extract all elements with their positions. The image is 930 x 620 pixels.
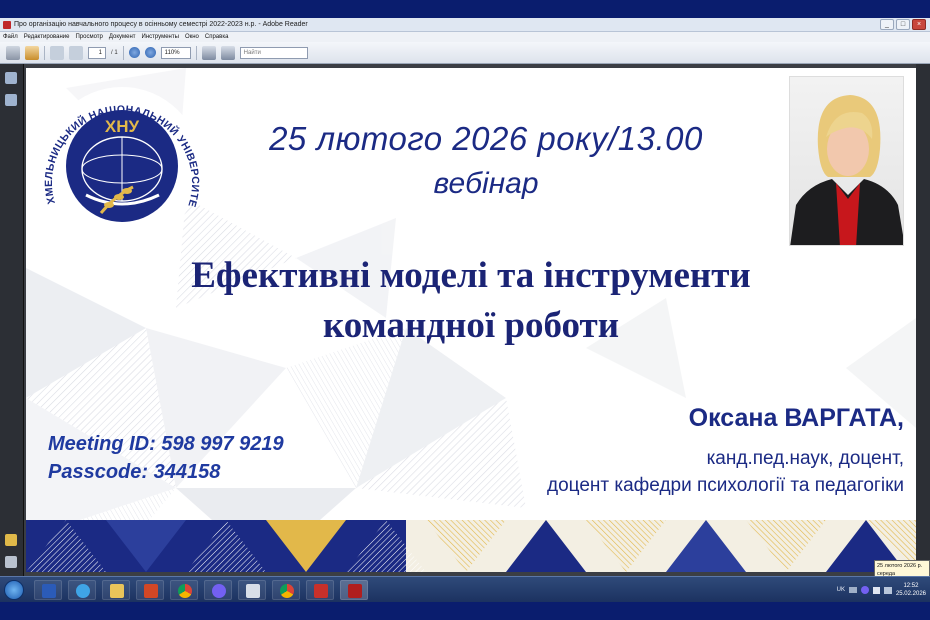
pages-panel-icon[interactable] xyxy=(5,72,17,84)
event-date-time: 25 лютого 2026 року/13.00 xyxy=(269,120,703,157)
navigation-pane xyxy=(0,64,24,576)
keyboard-icon[interactable] xyxy=(848,587,857,593)
attachments-panel-icon[interactable] xyxy=(5,94,17,106)
event-format: вебінар xyxy=(433,167,539,200)
taskbar-explorer[interactable] xyxy=(102,580,130,600)
taskbar-pdf[interactable] xyxy=(306,580,334,600)
zoom-in-icon[interactable] xyxy=(144,47,156,58)
viber-icon xyxy=(212,584,226,598)
screen: Про організацію навчального процесу в ос… xyxy=(0,0,930,620)
meeting-passcode: Passcode: 344158 xyxy=(48,461,221,483)
clock[interactable]: 12:52 25.02.2026 xyxy=(896,582,926,598)
page-number-input[interactable]: 1 xyxy=(88,46,106,59)
explorer-icon xyxy=(110,584,124,598)
paint-icon xyxy=(246,584,260,598)
search-input[interactable]: Найти xyxy=(239,46,308,59)
pdf-page: ХНУ ХМЕЛЬНИЦЬКИЙ НАЦІОНАЛЬНИЙ УНІВЕРСИТЕ… xyxy=(26,68,916,572)
chrome-icon xyxy=(280,584,294,598)
taskbar-viber[interactable] xyxy=(204,580,232,600)
minimize-button[interactable]: _ xyxy=(880,19,894,30)
windows-taskbar: UK 12:52 25.02.2026 xyxy=(0,576,930,602)
taskbar-chrome[interactable] xyxy=(170,580,198,600)
taskbar-chrome-2[interactable] xyxy=(272,580,300,600)
event-title-line-1: Ефективні моделі та інструменти xyxy=(191,255,751,296)
meeting-id: Meeting ID: 598 997 9219 xyxy=(48,433,284,455)
toolbar-separator xyxy=(44,45,45,60)
screen-bottom-border xyxy=(0,602,930,620)
language-indicator[interactable]: UK xyxy=(837,587,845,593)
speaker-degree: канд.пед.наук, доцент, xyxy=(706,448,904,469)
adobe-reader-icon xyxy=(348,584,362,598)
taskbar-ie[interactable] xyxy=(68,580,96,600)
menu-view[interactable]: Просмотр xyxy=(75,34,102,40)
maximize-button[interactable]: □ xyxy=(896,19,910,30)
powerpoint-icon xyxy=(144,584,158,598)
toolbar-separator xyxy=(195,45,197,60)
pdf-icon xyxy=(314,584,328,598)
print-icon[interactable] xyxy=(6,45,20,60)
right-scroll-pane[interactable] xyxy=(916,64,930,576)
speaker-position: доцент кафедри психології та педагогіки xyxy=(547,475,904,496)
taskbar-powerpoint[interactable] xyxy=(136,580,164,600)
university-logo: ХНУ ХМЕЛЬНИЦЬКИЙ НАЦІОНАЛЬНИЙ УНІВЕРСИТЕ… xyxy=(41,85,201,245)
prev-page-icon[interactable] xyxy=(50,45,64,60)
clock-time: 12:52 xyxy=(903,583,919,589)
taskbar-adobe-reader[interactable] xyxy=(340,580,368,600)
system-tray: UK 12:52 25.02.2026 xyxy=(837,579,926,601)
zoom-out-icon[interactable] xyxy=(128,47,140,58)
close-button[interactable]: × xyxy=(912,19,926,30)
menu-help[interactable]: Справка xyxy=(205,34,229,40)
fit-icon[interactable] xyxy=(220,45,235,60)
event-title-line-2: командної роботи xyxy=(322,305,620,346)
taskbar-paint[interactable] xyxy=(238,580,266,600)
volume-icon[interactable] xyxy=(872,586,880,594)
clock-date: 25.02.2026 xyxy=(895,591,926,597)
menu-tools[interactable]: Инструменты xyxy=(142,34,179,40)
network-icon[interactable] xyxy=(883,586,892,594)
speaker-name: Оксана ВАРГАТА, xyxy=(688,404,904,432)
decorative-bottom-band xyxy=(26,520,916,572)
menu-file[interactable]: Файл xyxy=(3,34,18,40)
menu-bar: Файл Редактирование Просмотр Документ Ин… xyxy=(0,32,930,42)
screen-top-border xyxy=(0,0,930,18)
save-icon[interactable] xyxy=(201,45,216,60)
toolbar-separator xyxy=(122,45,124,60)
toolbar: 1 / 1 110% Найти xyxy=(0,42,930,64)
page-total: / 1 xyxy=(111,49,118,56)
comments-panel-icon[interactable] xyxy=(5,534,17,546)
start-button[interactable] xyxy=(4,580,24,600)
taskbar-word[interactable] xyxy=(34,580,62,600)
tooltip-date: 25 лютого 2026 р. xyxy=(877,563,923,569)
logo-abbreviation: ХНУ xyxy=(105,117,140,136)
window-title: Про організацію навчального процесу в ос… xyxy=(14,21,308,28)
window-titlebar[interactable]: Про організацію навчального процесу в ос… xyxy=(0,18,930,32)
zoom-select[interactable]: 110% xyxy=(160,46,191,59)
menu-window[interactable]: Окно xyxy=(185,34,199,40)
chrome-icon xyxy=(178,584,192,598)
menu-edit[interactable]: Редактирование xyxy=(24,34,70,40)
adobe-reader-app-icon xyxy=(3,21,11,29)
next-page-icon[interactable] xyxy=(69,45,83,60)
menu-document[interactable]: Документ xyxy=(109,34,136,40)
email-icon[interactable] xyxy=(25,45,39,60)
viber-tray-icon[interactable] xyxy=(860,586,869,594)
word-icon xyxy=(42,584,56,598)
ie-icon xyxy=(76,584,90,598)
attachment-clip-icon[interactable] xyxy=(5,556,17,568)
speaker-photo xyxy=(789,76,904,246)
window-controls: _ □ × xyxy=(880,19,926,30)
